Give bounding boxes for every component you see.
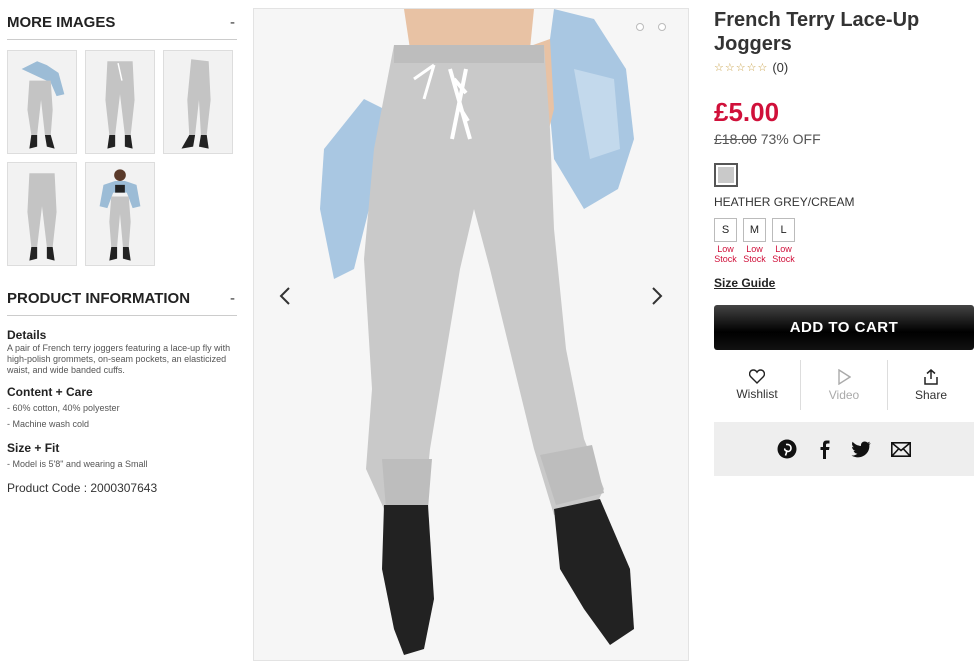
review-count[interactable]: (0) (772, 60, 788, 75)
pagination-dot[interactable] (636, 23, 644, 31)
details-text: A pair of French terry joggers featuring… (7, 343, 231, 375)
chevron-right-icon[interactable] (642, 281, 672, 311)
collapse-toggle[interactable]: - (230, 290, 237, 307)
pinterest-icon[interactable] (777, 439, 797, 459)
details-title: Details (7, 328, 47, 342)
wishlist-label: Wishlist (736, 387, 778, 401)
size-label[interactable]: S (714, 218, 737, 242)
product-information-header[interactable]: PRODUCT INFORMATION - (7, 290, 237, 316)
content-line: - 60% cotton, 40% polyester (7, 403, 120, 413)
size-guide-link[interactable]: Size Guide (714, 276, 775, 290)
content-line: - Machine wash cold (7, 419, 90, 429)
share-button[interactable]: Share (887, 360, 974, 410)
original-price: £18.00 (714, 131, 757, 147)
more-images-header[interactable]: MORE IMAGES - (7, 14, 237, 40)
size-label[interactable]: L (772, 218, 795, 242)
play-icon (838, 368, 851, 385)
size-selector: S Low Stock M Low Stock L Low Stock (714, 218, 974, 264)
action-bar: Wishlist Video Share (714, 360, 974, 410)
stock-status: Low Stock (743, 244, 766, 264)
email-icon[interactable] (891, 441, 911, 457)
twitter-icon[interactable] (851, 440, 871, 458)
thumbnail-4[interactable] (7, 162, 77, 266)
sale-price: £5.00 (714, 97, 780, 127)
content-care-title: Content + Care (7, 385, 93, 399)
collapse-toggle[interactable]: - (230, 14, 237, 31)
stock-status: Low Stock (772, 244, 795, 264)
wishlist-button[interactable]: Wishlist (714, 360, 800, 410)
size-option-s[interactable]: S Low Stock (714, 218, 737, 264)
heart-icon (749, 369, 765, 384)
product-photo (254, 9, 688, 660)
price-comparison: £18.00 73% OFF (714, 131, 974, 147)
more-images-title: MORE IMAGES (7, 14, 116, 31)
add-to-cart-button[interactable]: ADD TO CART (714, 305, 974, 350)
thumbnail-3[interactable] (163, 50, 233, 154)
share-label: Share (914, 387, 948, 402)
video-label: Video (828, 387, 860, 402)
color-swatch[interactable] (714, 163, 738, 187)
size-option-m[interactable]: M Low Stock (743, 218, 766, 264)
size-label[interactable]: M (743, 218, 766, 242)
size-option-l[interactable]: L Low Stock (772, 218, 795, 264)
color-name: HEATHER GREY/CREAM (714, 195, 855, 209)
product-title: French Terry Lace-Up Joggers (714, 9, 920, 55)
product-information-title: PRODUCT INFORMATION (7, 290, 191, 307)
thumbnail-grid (7, 50, 237, 266)
thumbnail-2[interactable] (85, 50, 155, 154)
product-information: Details A pair of French terry joggers f… (7, 328, 239, 495)
social-share-bar (714, 422, 974, 476)
image-dots (636, 23, 666, 31)
facebook-icon[interactable] (817, 439, 831, 459)
thumbnail-5[interactable] (85, 162, 155, 266)
size-fit-title: Size + Fit (7, 441, 60, 455)
share-icon (924, 368, 938, 385)
pagination-dot[interactable] (658, 23, 666, 31)
product-code: Product Code : 2000307643 (7, 481, 158, 495)
main-product-image[interactable] (253, 8, 689, 661)
discount-label: 73% OFF (760, 131, 821, 147)
rating[interactable]: ☆☆☆☆☆ (0) (714, 60, 974, 75)
video-button[interactable]: Video (800, 360, 887, 410)
thumbnail-1[interactable] (7, 50, 77, 154)
star-rating-icon: ☆☆☆☆☆ (714, 62, 769, 74)
product-details: French Terry Lace-Up Joggers ☆☆☆☆☆ (0) £… (714, 8, 974, 476)
size-line: - Model is 5'8" and wearing a Small (7, 459, 148, 469)
chevron-left-icon[interactable] (270, 281, 300, 311)
stock-status: Low Stock (714, 244, 737, 264)
